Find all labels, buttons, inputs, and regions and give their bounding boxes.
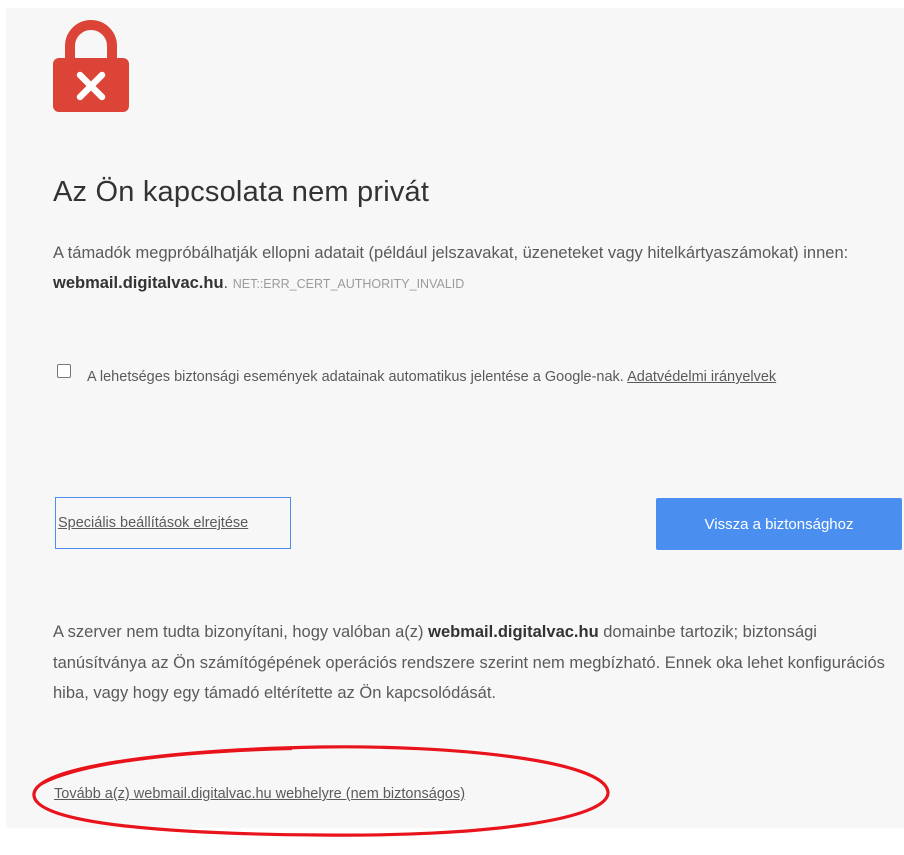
report-text: A lehetséges biztonsági események adatai… [53, 360, 878, 394]
back-to-safety-button[interactable]: Vissza a biztonsághoz [656, 498, 902, 550]
privacy-policy-link[interactable]: Adatvédelmi irányelvek [627, 369, 776, 385]
description-after-domain: . [223, 274, 229, 292]
error-description: A támadók megpróbálhatják ellopni adatai… [53, 238, 865, 299]
details-before-domain: A szerver nem tudta bizonyítani, hogy va… [53, 623, 429, 641]
details-domain: webmail.digitalvac.hu [428, 623, 599, 641]
advanced-toggle-button[interactable]: Speciális beállítások elrejtése [55, 497, 291, 549]
report-label: A lehetséges biztonsági események adatai… [87, 369, 628, 385]
details-text: A szerver nem tudta bizonyítani, hogy va… [53, 617, 893, 709]
lock-error-icon [53, 20, 129, 112]
error-code: NET::ERR_CERT_AUTHORITY_INVALID [232, 277, 465, 291]
description-intro: A támadók megpróbálhatják ellopni adatai… [53, 244, 849, 262]
description-domain: webmail.digitalvac.hu [53, 274, 224, 292]
page-title: Az Ön kapcsolata nem privát [53, 176, 430, 208]
proceed-unsafe-link[interactable]: Tovább a(z) webmail.digitalvac.hu webhel… [54, 786, 465, 802]
